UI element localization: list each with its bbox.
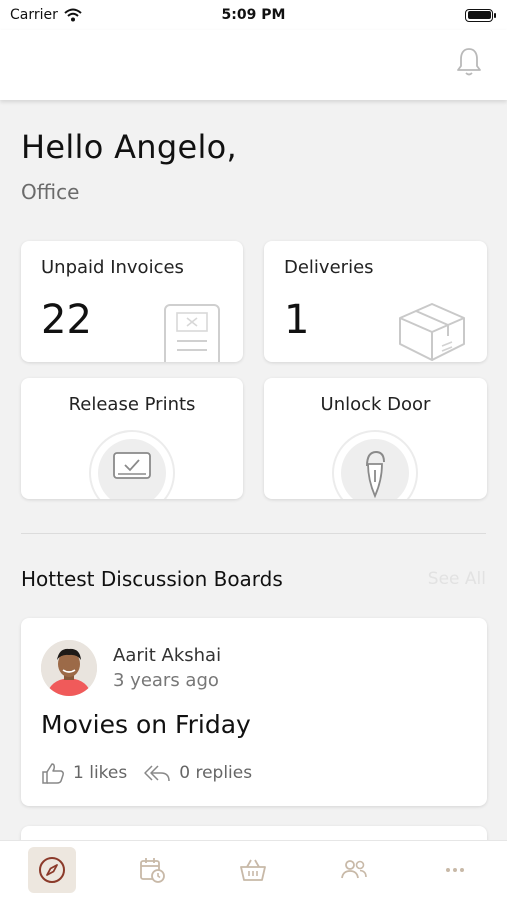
post-meta: 1 likes 0 replies	[41, 762, 268, 784]
unpaid-invoices-count: 22	[41, 297, 92, 343]
deliveries-card[interactable]: Deliveries 1	[264, 241, 487, 362]
location-label: Office	[21, 180, 80, 204]
reply-all-icon	[144, 765, 170, 782]
compass-icon	[39, 857, 65, 883]
see-all-link[interactable]: See All	[428, 569, 486, 589]
tab-bookings[interactable]	[128, 847, 176, 893]
deliveries-title: Deliveries	[284, 257, 374, 278]
battery-icon	[465, 8, 496, 22]
likes-count: 1 likes	[73, 763, 128, 783]
notifications-bell-icon[interactable]	[455, 46, 483, 78]
post-author: Aarit Akshai	[113, 645, 222, 666]
discussion-post-card[interactable]: Aarit Akshai 3 years ago Movies on Frida…	[21, 618, 487, 806]
calendar-clock-icon	[140, 858, 165, 883]
tab-explore[interactable]	[28, 847, 76, 893]
discussion-post-card-next[interactable]	[21, 826, 487, 840]
lock-icon	[332, 430, 418, 499]
home-content[interactable]: Hello Angelo, Office Unpaid Invoices 22 …	[0, 100, 507, 840]
thumbs-up-icon	[42, 763, 64, 784]
discussion-section-title: Hottest Discussion Boards	[21, 567, 283, 591]
package-icon	[399, 303, 465, 361]
post-title: Movies on Friday	[41, 710, 251, 739]
status-bar: Carrier 5:09 PM	[0, 0, 507, 30]
deliveries-count: 1	[284, 297, 310, 343]
replies-count: 0 replies	[179, 763, 253, 783]
unlock-door-title: Unlock Door	[320, 394, 431, 415]
tab-more[interactable]	[431, 847, 479, 893]
people-icon	[341, 860, 367, 879]
tab-shop[interactable]	[229, 847, 277, 893]
author-avatar[interactable]	[41, 640, 97, 696]
tab-bar	[0, 840, 507, 900]
carrier-label: Carrier	[10, 7, 58, 23]
greeting-title: Hello Angelo,	[21, 128, 237, 166]
unpaid-invoices-card[interactable]: Unpaid Invoices 22	[21, 241, 243, 362]
replies-button[interactable]: 0 replies	[143, 763, 252, 783]
release-prints-title: Release Prints	[68, 394, 196, 415]
basket-icon	[240, 859, 266, 881]
print-icon	[89, 430, 175, 499]
unlock-door-card[interactable]: Unlock Door	[264, 378, 487, 499]
post-time: 3 years ago	[113, 670, 219, 691]
tab-community[interactable]	[330, 847, 378, 893]
wifi-icon	[64, 8, 82, 22]
carrier-info: Carrier	[10, 7, 82, 23]
unpaid-invoices-title: Unpaid Invoices	[41, 257, 184, 278]
invoice-icon	[164, 304, 220, 362]
more-icon	[446, 868, 464, 872]
app-header	[0, 30, 507, 100]
section-divider	[21, 533, 486, 534]
release-prints-card[interactable]: Release Prints	[21, 378, 243, 499]
likes-button[interactable]: 1 likes	[41, 762, 127, 784]
